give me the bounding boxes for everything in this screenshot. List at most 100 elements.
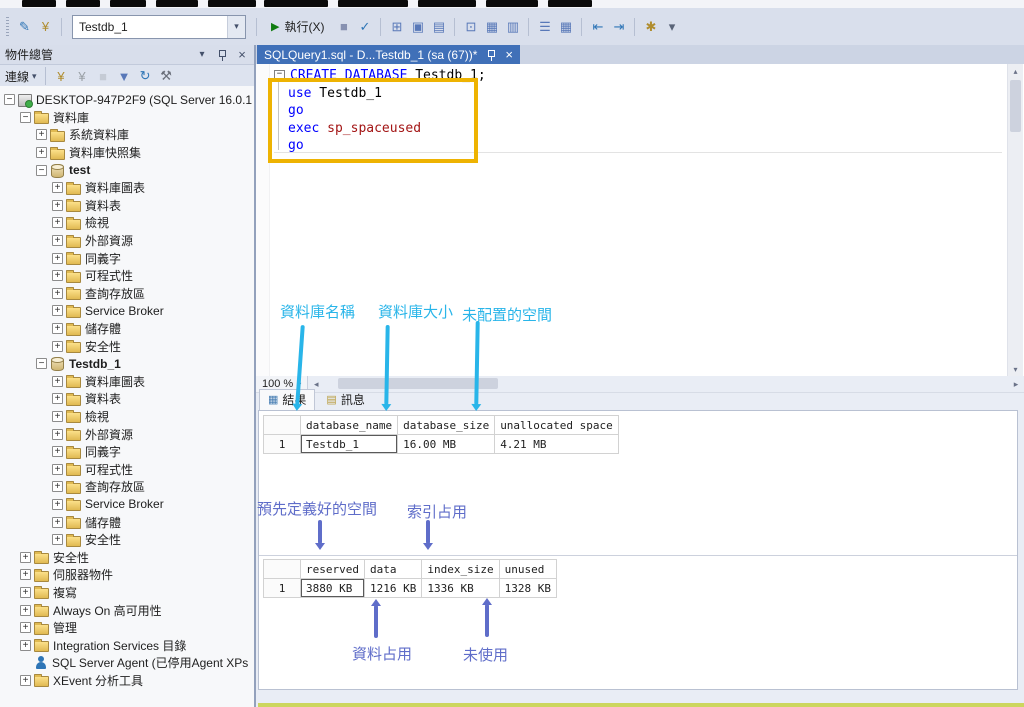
- estimated-plan-icon[interactable]: ⊞: [387, 17, 406, 36]
- refresh-icon[interactable]: ↻: [136, 67, 155, 86]
- grid-column-header[interactable]: data: [363, 559, 423, 579]
- scrollbar-thumb[interactable]: [1010, 80, 1021, 132]
- expand-icon[interactable]: +: [52, 305, 63, 317]
- tree-item[interactable]: + 可程式性: [0, 460, 254, 478]
- tree-item[interactable]: + 外部資源: [0, 232, 254, 250]
- scroll-down-icon[interactable]: ▾: [1008, 362, 1023, 376]
- expand-icon[interactable]: +: [20, 604, 31, 616]
- expand-icon[interactable]: +: [52, 481, 63, 493]
- horizontal-scrollbar[interactable]: [324, 376, 1008, 392]
- client-stats-icon[interactable]: ▥: [503, 17, 522, 36]
- tree-item[interactable]: − 資料庫: [0, 109, 254, 127]
- menu-item[interactable]: [338, 0, 408, 7]
- menu-item[interactable]: [110, 0, 146, 7]
- expand-icon[interactable]: +: [52, 323, 63, 335]
- tree-item[interactable]: + 安全性: [0, 337, 254, 355]
- activity-monitor-icon[interactable]: ⚒: [157, 67, 176, 86]
- document-tab[interactable]: SQLQuery1.sql - D...Testdb_1 (sa (67))* …: [257, 45, 521, 64]
- grid-column-header[interactable]: reserved: [300, 559, 365, 579]
- grid-cell[interactable]: 1216 KB: [363, 578, 423, 598]
- menu-item[interactable]: [22, 0, 56, 7]
- toolbar-grip[interactable]: [6, 16, 9, 37]
- tree-item[interactable]: + 查詢存放區: [0, 478, 254, 496]
- menu-item[interactable]: [548, 0, 592, 7]
- grid-column-header[interactable]: unallocated space: [494, 415, 619, 435]
- expand-icon[interactable]: +: [52, 252, 63, 264]
- actual-plan-icon[interactable]: ⊡: [461, 17, 480, 36]
- change-connection-icon[interactable]: ¥: [36, 17, 55, 36]
- expand-icon[interactable]: +: [36, 147, 47, 159]
- menu-item[interactable]: [66, 0, 100, 7]
- expand-icon[interactable]: +: [52, 516, 63, 528]
- new-query-icon[interactable]: ✎: [15, 17, 34, 36]
- expand-icon[interactable]: +: [52, 287, 63, 299]
- stop-icon[interactable]: ■: [94, 67, 113, 86]
- tree-item[interactable]: + Always On 高可用性: [0, 601, 254, 619]
- expand-icon[interactable]: +: [52, 217, 63, 229]
- scroll-left-icon[interactable]: ◂: [308, 379, 324, 390]
- vertical-scrollbar[interactable]: ▴ ▾: [1007, 64, 1023, 376]
- tree-item[interactable]: + 伺服器物件: [0, 566, 254, 584]
- chevron-down-icon[interactable]: ▾: [227, 15, 245, 38]
- grid-column-header[interactable]: database_name: [299, 415, 399, 435]
- expand-icon[interactable]: +: [52, 235, 63, 247]
- expand-icon[interactable]: +: [52, 182, 63, 194]
- tree-item[interactable]: + 同義字: [0, 249, 254, 267]
- results-splitter[interactable]: [259, 555, 1017, 556]
- intellisense-icon[interactable]: ▤: [429, 17, 448, 36]
- tree-item[interactable]: − Testdb_1: [0, 355, 254, 373]
- tree-item[interactable]: − test: [0, 161, 254, 179]
- tree-item[interactable]: + 可程式性: [0, 267, 254, 285]
- expand-icon[interactable]: +: [20, 622, 31, 634]
- tree-item[interactable]: + 資料庫圖表: [0, 373, 254, 391]
- expand-icon[interactable]: +: [52, 340, 63, 352]
- tree-item[interactable]: + 管理: [0, 619, 254, 637]
- expand-icon[interactable]: +: [20, 569, 31, 581]
- available-databases-combo[interactable]: Testdb_1 ▾: [72, 14, 246, 39]
- tree-item[interactable]: + 同義字: [0, 443, 254, 461]
- results-to-text-icon[interactable]: ☰: [535, 17, 554, 36]
- tree-item[interactable]: + 資料表: [0, 390, 254, 408]
- collapse-icon[interactable]: −: [36, 358, 47, 370]
- grid-cell[interactable]: 1328 KB: [498, 578, 557, 598]
- grid-corner[interactable]: [263, 559, 301, 579]
- grid-row-header[interactable]: 1: [263, 578, 301, 598]
- expand-icon[interactable]: +: [52, 270, 63, 282]
- window-position-icon[interactable]: ▾: [195, 48, 209, 62]
- query-options-icon[interactable]: ▣: [408, 17, 427, 36]
- menu-item[interactable]: [264, 0, 328, 7]
- indent-icon[interactable]: ⇥: [609, 17, 628, 36]
- disconnect-icon[interactable]: ¥: [73, 67, 92, 86]
- live-query-stats-icon[interactable]: ▦: [482, 17, 501, 36]
- menu-item[interactable]: [156, 0, 198, 7]
- cancel-query-icon[interactable]: ■: [334, 17, 353, 36]
- expand-icon[interactable]: +: [20, 674, 31, 686]
- tree-item[interactable]: + XEvent 分析工具: [0, 672, 254, 690]
- tree-item[interactable]: + 檢視: [0, 408, 254, 426]
- tree-item[interactable]: + Service Broker: [0, 302, 254, 320]
- tree-item[interactable]: + 檢視: [0, 214, 254, 232]
- menu-item[interactable]: [418, 0, 476, 7]
- parse-query-icon[interactable]: ✓: [355, 17, 374, 36]
- menu-item[interactable]: [486, 0, 538, 7]
- grid-corner[interactable]: [263, 415, 301, 435]
- tree-item[interactable]: SQL Server Agent (已停用Agent XPs: [0, 654, 254, 672]
- expand-icon[interactable]: +: [52, 446, 63, 458]
- tree-item[interactable]: + 儲存體: [0, 513, 254, 531]
- pin-icon[interactable]: [484, 48, 498, 62]
- collapse-icon[interactable]: −: [4, 94, 15, 106]
- grid-cell[interactable]: 4.21 MB: [494, 434, 619, 454]
- toolbar-overflow-icon[interactable]: ▾: [662, 17, 681, 36]
- grid-column-header[interactable]: unused: [498, 559, 557, 579]
- grid-cell[interactable]: 1336 KB: [421, 578, 500, 598]
- expand-icon[interactable]: +: [52, 410, 63, 422]
- tree-item[interactable]: + 安全性: [0, 548, 254, 566]
- tree-item[interactable]: + 複寫: [0, 584, 254, 602]
- grid-cell[interactable]: 3880 KB: [300, 578, 365, 598]
- expand-icon[interactable]: +: [52, 534, 63, 546]
- expand-icon[interactable]: +: [20, 639, 31, 651]
- pin-icon[interactable]: [215, 48, 229, 62]
- tree-item[interactable]: + 系統資料庫: [0, 126, 254, 144]
- expand-icon[interactable]: +: [52, 428, 63, 440]
- tree-item[interactable]: + 儲存體: [0, 320, 254, 338]
